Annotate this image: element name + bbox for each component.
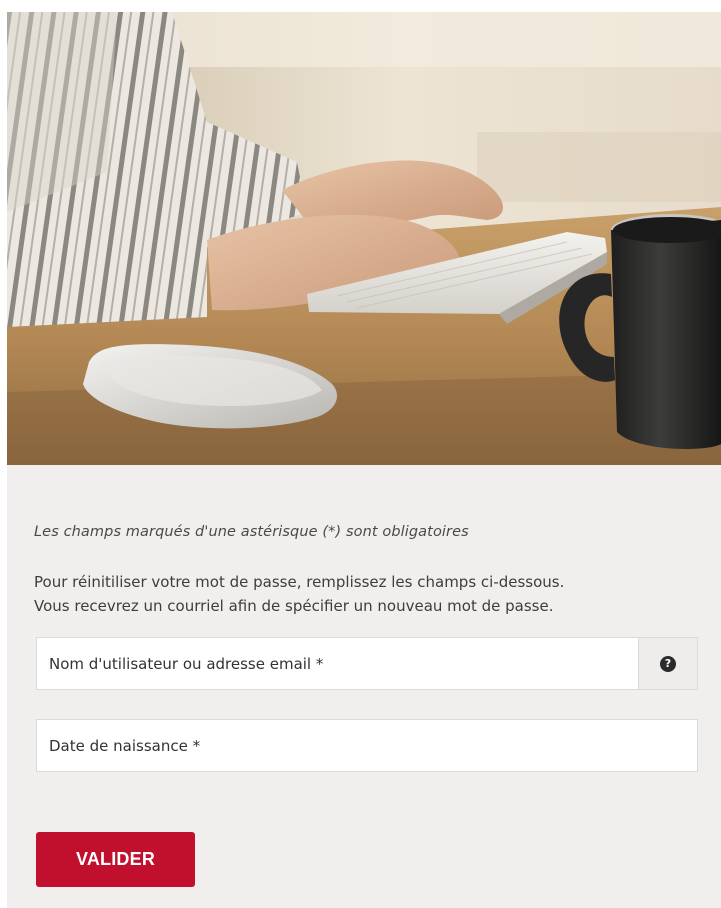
username-field: ? bbox=[36, 637, 698, 690]
reset-form: Les champs marqués d'une astérisque (*) … bbox=[7, 465, 721, 908]
submit-button[interactable]: VALIDER bbox=[36, 832, 195, 887]
question-circle-icon: ? bbox=[660, 655, 676, 672]
instructions-line: Pour réinitiliser votre mot de passe, re… bbox=[34, 573, 565, 591]
username-help-button[interactable]: ? bbox=[638, 638, 697, 689]
instructions-text: Pour réinitiliser votre mot de passe, re… bbox=[34, 570, 714, 618]
birthdate-input[interactable] bbox=[37, 720, 697, 771]
birthdate-field bbox=[36, 719, 698, 772]
password-reset-card: Les champs marqués d'une astérisque (*) … bbox=[7, 12, 721, 908]
instructions-line: Vous recevrez un courriel afin de spécif… bbox=[34, 597, 554, 615]
hero-image bbox=[7, 12, 721, 465]
username-input[interactable] bbox=[37, 638, 640, 689]
required-fields-note: Les champs marqués d'une astérisque (*) … bbox=[34, 524, 469, 540]
